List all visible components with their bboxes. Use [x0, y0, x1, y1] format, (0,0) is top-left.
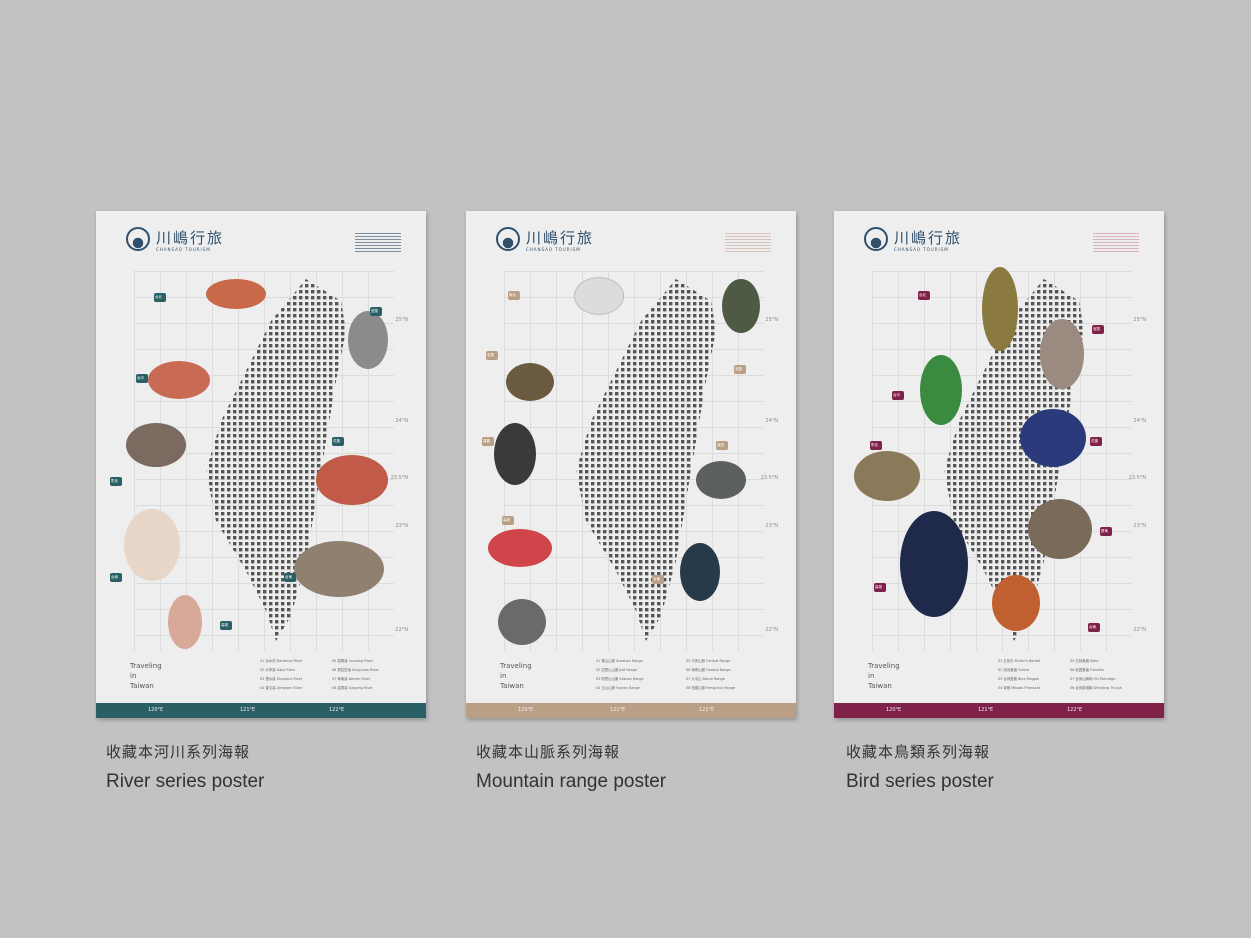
legend-list: 01 五色鳥 Muller's Barbet 05 白耳畫眉 Sibia 02 …	[998, 657, 1138, 692]
river-poster-card[interactable]: 川嶋行旅 CHANSAO TOURISM 25°N 24°N 23.5°N 23…	[96, 211, 426, 718]
whistling-thrush-illustration	[1020, 409, 1086, 467]
legend-item: 01 雪山山脈 Xueshan Range	[596, 659, 643, 663]
fish-illustration	[148, 361, 210, 399]
latitude-label: 25°N	[765, 317, 778, 323]
bird-caption-en: Bird series poster	[846, 771, 994, 792]
rock-illustration	[696, 461, 746, 499]
mountain-caption-en: Mountain range poster	[476, 771, 667, 792]
legend-item: 07 卑南溪 Beinan River	[332, 677, 371, 681]
traveling-in-taiwan: Traveling in Taiwan	[868, 662, 900, 690]
legend-item: 07 台灣山鷓鴣 Hill Partridge	[1070, 677, 1116, 681]
bird-caption-zh: 收藏本鳥類系列海報	[846, 743, 991, 761]
rock-illustration	[506, 363, 554, 401]
stone-tablet-illustration	[498, 599, 546, 645]
bird-illustration	[1040, 319, 1084, 389]
goose-illustration	[348, 311, 388, 369]
logo-title: 川嶋行旅	[526, 229, 595, 247]
legend-item: 06 海岸山脈 Coastal Range	[686, 668, 731, 672]
catfish-illustration	[126, 423, 186, 467]
legend-item: 07 大屯山 Datun Range	[686, 677, 725, 681]
legend-item: 02 冠羽畫眉 Yuhina	[998, 668, 1030, 672]
eagle-illustration	[294, 541, 384, 597]
mountain-icon	[496, 227, 520, 251]
pheasant-illustration	[900, 511, 968, 617]
latitude-label: 24°N	[765, 418, 778, 424]
legend-item: 03 濁水溪 Zhuoshui River	[260, 677, 303, 681]
coordinate-bar: 120°E 121°E 122°E	[96, 703, 426, 718]
latitude-label: 23.5°N	[760, 475, 778, 481]
bush-robin-illustration	[992, 575, 1040, 631]
logo-subtitle: CHANSAO TOURISM	[526, 247, 581, 252]
latitude-label: 25°N	[1133, 317, 1146, 323]
rock-illustration	[574, 277, 624, 315]
traveling-in-taiwan: Traveling in Taiwan	[500, 662, 532, 690]
coral-illustration	[488, 529, 552, 567]
legend-item: 05 白耳畫眉 Sibia	[1070, 659, 1099, 663]
mountain-icon	[864, 227, 888, 251]
mountain-caption-zh: 收藏本山脈系列海報	[476, 743, 621, 761]
legend-item: 06 紋翼畫眉 Fulvetta	[1070, 668, 1104, 672]
coordinate-bar: 120°E 121°E 122°E	[466, 703, 796, 718]
legend-item: 04 曾文溪 Zengwen River	[260, 686, 303, 690]
legend-item: 05 中央山脈 Central Range	[686, 659, 731, 663]
logo-subtitle: CHANSAO TOURISM	[156, 247, 211, 252]
mountain-icon	[126, 227, 150, 251]
coordinate-bar: 120°E 121°E 122°E	[834, 703, 1164, 718]
logo-title: 川嶋行旅	[894, 229, 963, 247]
legend-item: 06 秀姑巒溪 Xiuguluan River	[332, 668, 379, 672]
wave-pattern	[355, 233, 401, 253]
wave-pattern	[1093, 233, 1139, 253]
logo-subtitle: CHANSAO TOURISM	[894, 247, 949, 252]
wave-pattern	[725, 233, 771, 253]
salmon-illustration	[168, 595, 202, 649]
river-caption-zh: 收藏本河川系列海報	[106, 743, 251, 761]
latitude-label: 22°N	[765, 627, 778, 633]
traveling-in-taiwan: Traveling in Taiwan	[130, 662, 162, 690]
legend-item: 05 蘭陽溪 Lanyang River	[332, 659, 374, 663]
latitude-label: 25°N	[395, 317, 408, 323]
drifting-raft-illustration	[316, 455, 388, 505]
legend-list: 01 淡水河 Danshuei River 05 蘭陽溪 Lanyang Riv…	[260, 657, 400, 692]
partridge-illustration	[1028, 499, 1092, 559]
legend-item: 01 五色鳥 Muller's Barbet	[998, 659, 1041, 663]
latitude-label: 24°N	[1133, 418, 1146, 424]
latitude-label: 23°N	[1133, 523, 1146, 529]
legend-item: 01 淡水河 Danshuei River	[260, 659, 303, 663]
bird-illustration	[982, 267, 1018, 351]
latitude-label: 22°N	[1133, 627, 1146, 633]
latitude-label: 23°N	[765, 523, 778, 529]
legend-item: 02 加里山山脈 Jiali Range	[596, 668, 638, 672]
latitude-label: 24°N	[395, 418, 408, 424]
legend-item: 04 帝雉 Mikado Pheasant	[998, 686, 1041, 690]
rock-illustration	[722, 279, 760, 333]
legend-item: 04 玉山山脈 Yushan Range	[596, 686, 640, 690]
bird-illustration	[854, 451, 920, 501]
legend-item: 03 台灣藍鵲 Blue Magpie	[998, 677, 1039, 681]
spoonbill-illustration	[124, 509, 180, 581]
legend-item: 08 恆春山脈 Hengchun Range	[686, 686, 736, 690]
barbet-illustration	[920, 355, 962, 425]
latitude-label: 23°N	[395, 523, 408, 529]
mountain-poster-card[interactable]: 川嶋行旅 CHANSAO TOURISM 25°N 24°N 23.5°N 23…	[466, 211, 796, 718]
legend-list: 01 雪山山脈 Xueshan Range 05 中央山脈 Central Ra…	[596, 657, 772, 692]
legend-item: 08 台灣紫嘯鶇 Whistling Thrush	[1070, 686, 1122, 690]
bird-poster-card[interactable]: 川嶋行旅 CHANSAO TOURISM 25°N 24°N 23.5°N 23…	[834, 211, 1164, 718]
legend-item: 02 大甲溪 Dajia River	[260, 668, 296, 672]
legend-item: 03 阿里山山脈 Alishan Range	[596, 677, 644, 681]
legend-item: 08 高屏溪 Gaoping River	[332, 686, 373, 690]
rock-illustration	[680, 543, 720, 601]
river-caption-en: River series poster	[106, 771, 265, 792]
latitude-label: 22°N	[395, 627, 408, 633]
latitude-label: 23.5°N	[1128, 475, 1146, 481]
buddha-statue-illustration	[494, 423, 536, 485]
crab-illustration	[206, 279, 266, 309]
logo-title: 川嶋行旅	[156, 229, 225, 247]
latitude-label: 23.5°N	[390, 475, 408, 481]
